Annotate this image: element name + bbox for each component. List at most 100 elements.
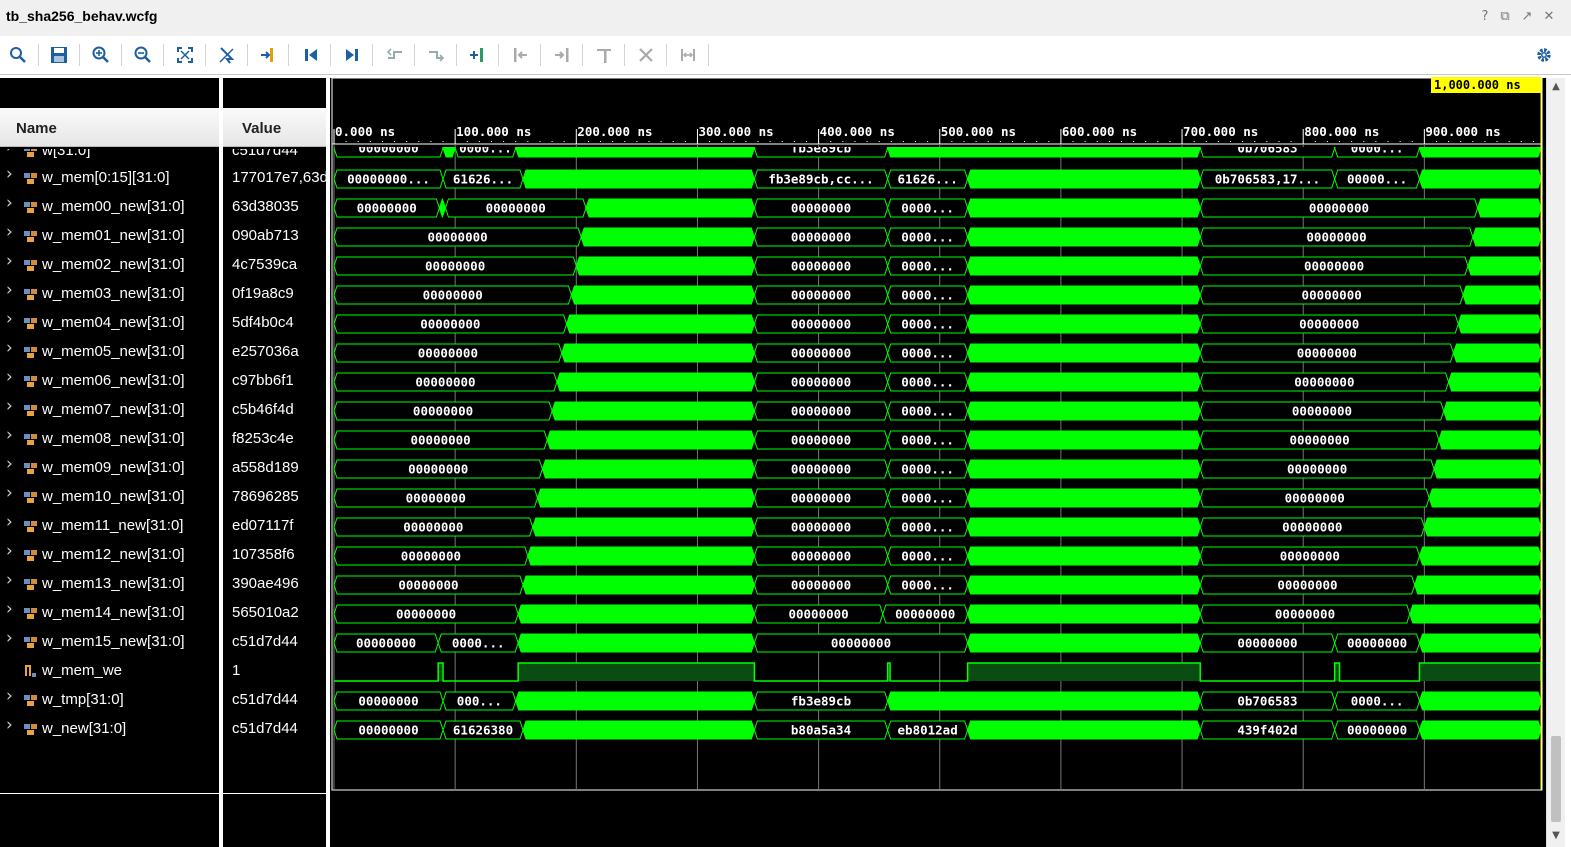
save-icon[interactable] [47, 43, 71, 67]
bus-value-label: 00000000 [791, 578, 851, 593]
signal-row[interactable]: › w_mem08_new[31:0] [0, 424, 219, 453]
cursor-icon[interactable] [215, 43, 239, 67]
value-column-header[interactable]: Value [223, 108, 326, 147]
waveform-row[interactable]: 00000000... 61626... fb3e89cb,cc... 61626..… [333, 169, 1542, 189]
waveform-row[interactable]: 00000000 00000000 0000... 00000000 [333, 285, 1542, 305]
bus-value-label: eb8012ad [898, 723, 958, 738]
previous-transition-icon[interactable] [383, 43, 407, 67]
go-to-end-icon[interactable] [340, 43, 364, 67]
expand-icon[interactable]: › [6, 630, 18, 647]
waveform-row[interactable]: 00000000 00000000 0000... 00000000 [333, 488, 1542, 508]
name-column-header[interactable]: Name [0, 108, 219, 147]
expand-icon[interactable]: › [6, 166, 18, 183]
signal-row[interactable]: w_mem_we [0, 656, 219, 685]
signal-row[interactable]: › w_tmp[31:0] [0, 685, 219, 714]
waveform-row[interactable]: 00000000 00000000 0000... 00000000 [333, 227, 1542, 247]
signal-row[interactable]: › w_mem11_new[31:0] [0, 511, 219, 540]
waveform-row[interactable]: 00000000 00000000 00000000 00000000 [333, 604, 1542, 624]
next-transition-icon[interactable] [424, 43, 448, 67]
signal-row[interactable]: › w_mem02_new[31:0] [0, 250, 219, 279]
waveform-row[interactable]: 00000000 00000000 0000... 00000000 [333, 517, 1542, 537]
expand-icon[interactable]: › [6, 195, 18, 212]
next-marker-icon[interactable] [550, 43, 574, 67]
signal-row[interactable]: › w_mem05_new[31:0] [0, 337, 219, 366]
expand-icon[interactable]: › [6, 369, 18, 386]
expand-icon[interactable]: › [6, 485, 18, 502]
expand-icon[interactable]: › [6, 427, 18, 444]
signal-name: w_mem10_new[31:0] [42, 488, 185, 505]
signal-value: 63d38035 [232, 198, 299, 215]
waveform-row[interactable]: 00000000 00000000 0000... 00000000 [333, 256, 1542, 276]
waveform-row[interactable]: 00000000 61626380 b80a5a34 eb8012ad 439f402d… [333, 720, 1542, 740]
waveform-viewer[interactable]: 0.000 ns 100.000 ns 200.000 ns 300.000 ns 40… [330, 78, 1545, 847]
scroll-up-icon[interactable]: ▲ [1550, 81, 1562, 93]
expand-icon[interactable]: › [6, 543, 18, 560]
expand-icon[interactable]: › [6, 340, 18, 357]
zoom-fit-icon[interactable] [173, 43, 197, 67]
close-icon[interactable]: ✕ [1542, 10, 1556, 24]
bus-segment-active [967, 720, 1201, 740]
signal-row[interactable]: › w_mem10_new[31:0] [0, 482, 219, 511]
signal-row[interactable]: › w_mem14_new[31:0] [0, 598, 219, 627]
waveform-row[interactable]: 00000000 00000000 0000... 00000000 [333, 575, 1542, 595]
expand-icon[interactable]: › [6, 717, 18, 734]
signal-row[interactable]: › w_mem12_new[31:0] [0, 540, 219, 569]
signal-row[interactable]: › w_mem00_new[31:0] [0, 192, 219, 221]
signal-row[interactable]: › w_mem01_new[31:0] [0, 221, 219, 250]
settings-icon[interactable] [1532, 43, 1556, 67]
signal-row[interactable]: › w_mem07_new[31:0] [0, 395, 219, 424]
vertical-scrollbar[interactable]: ▲ ▼ [1546, 78, 1565, 847]
waveform-row[interactable]: 00000000 00000000 0000... 00000000 [333, 343, 1542, 363]
previous-marker-icon[interactable] [508, 43, 532, 67]
waveform-row[interactable]: 00000000 00000000 0000... 00000000 [333, 546, 1542, 566]
signal-row[interactable]: › w_mem[0:15][31:0] [0, 163, 219, 192]
signal-row[interactable]: › w_mem06_new[31:0] [0, 366, 219, 395]
help-icon[interactable]: ? [1478, 10, 1492, 24]
waveform-row[interactable]: 00000000 00000000 0000... 00000000 [333, 459, 1542, 479]
expand-icon[interactable]: › [6, 456, 18, 473]
waveform-row[interactable]: 00000000 00000000 0000... 00000000 [333, 401, 1542, 421]
scroll-down-icon[interactable]: ▼ [1550, 830, 1562, 842]
expand-icon[interactable]: › [6, 224, 18, 241]
waveform-row[interactable]: 00000000 00000000 00000000 0000... 00000000 [333, 198, 1542, 218]
signal-row[interactable]: › w_mem04_new[31:0] [0, 308, 219, 337]
signal-row[interactable]: › w_mem09_new[31:0] [0, 453, 219, 482]
signal-row[interactable]: › w_new[31:0] [0, 714, 219, 743]
bus-signal-icon [24, 402, 39, 416]
waveform-row[interactable]: 00000000 00000000 0000... 00000000 [333, 314, 1542, 334]
go-to-start-icon[interactable] [299, 43, 323, 67]
signal-row[interactable]: › w_mem03_new[31:0] [0, 279, 219, 308]
go-to-cursor-icon[interactable] [256, 43, 280, 67]
search-icon[interactable] [6, 43, 30, 67]
add-marker-icon[interactable] [466, 43, 490, 67]
bus-value-label: 00000000 [408, 462, 468, 477]
restore-icon[interactable]: ⧉ [1498, 10, 1512, 24]
expand-icon[interactable]: › [6, 253, 18, 270]
waveform-row[interactable]: 00000000 00000000 0000... 00000000 [333, 372, 1542, 392]
bus-value-label: 0000... [901, 549, 954, 564]
bus-segment-active [517, 604, 755, 624]
expand-icon[interactable]: › [6, 282, 18, 299]
waveform-row[interactable]: 00000000 0000... fb3e89cb 0b706583 0000... [333, 139, 1542, 158]
waveform-row[interactable]: 00000000 0000... 00000000 00000000 00000000 [333, 633, 1542, 653]
waveform-row[interactable]: 00000000 000... fb3e89cb 0b706583 0000... [333, 691, 1542, 711]
signal-row[interactable]: › w_mem15_new[31:0] [0, 627, 219, 656]
signal-value: 4c7539ca [232, 256, 298, 273]
delete-all-markers-icon[interactable] [634, 43, 658, 67]
expand-icon[interactable]: › [6, 688, 18, 705]
delete-marker-icon[interactable] [592, 43, 616, 67]
signal-row[interactable]: › w_mem13_new[31:0] [0, 569, 219, 598]
waveform-row[interactable]: 00000000 00000000 0000... 00000000 [333, 430, 1542, 450]
waveform-canvas[interactable]: 0.000 ns 100.000 ns 200.000 ns 300.000 ns 40… [330, 78, 1545, 847]
maximize-icon[interactable]: ↗ [1520, 10, 1534, 24]
expand-icon[interactable]: › [6, 311, 18, 328]
waveform-row[interactable] [334, 662, 1542, 682]
zoom-out-icon[interactable] [131, 43, 155, 67]
scrollbar-thumb[interactable] [1551, 736, 1561, 822]
swap-cursors-icon[interactable] [676, 43, 700, 67]
expand-icon[interactable]: › [6, 601, 18, 618]
expand-icon[interactable]: › [6, 572, 18, 589]
expand-icon[interactable]: › [6, 514, 18, 531]
expand-icon[interactable]: › [6, 398, 18, 415]
zoom-in-icon[interactable] [89, 43, 113, 67]
